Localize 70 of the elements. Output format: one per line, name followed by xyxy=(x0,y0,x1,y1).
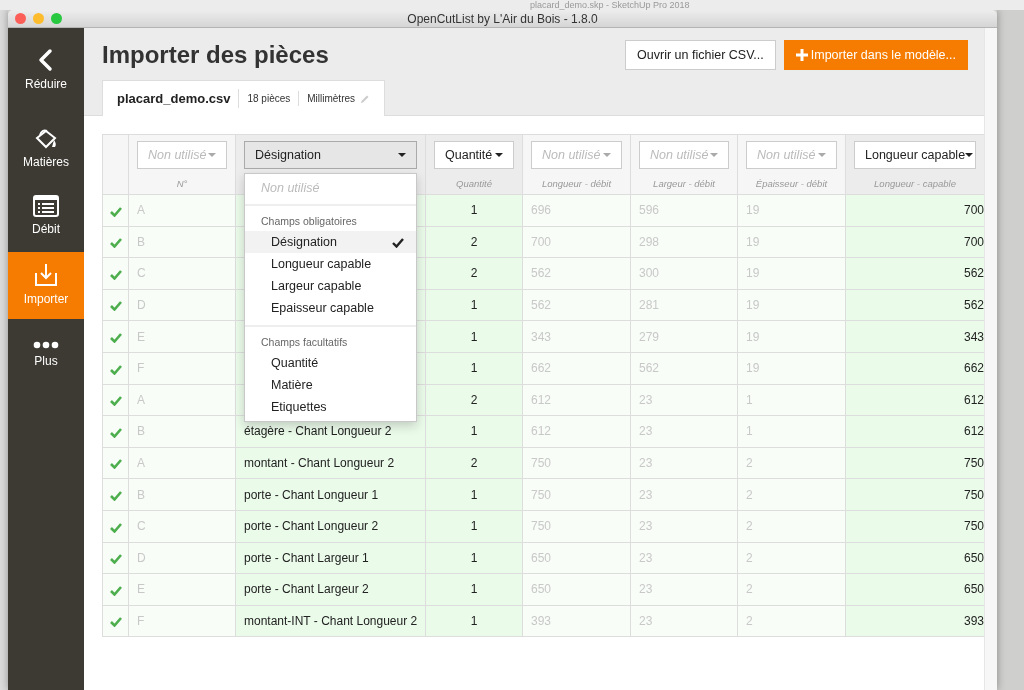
table-cell: porte - Chant Longueur 1 xyxy=(235,478,426,511)
zoom-button[interactable] xyxy=(51,13,62,24)
close-button[interactable] xyxy=(15,13,26,24)
table-cell: 1 xyxy=(425,478,523,511)
column-label: N° xyxy=(175,177,189,191)
table-cell: 1 xyxy=(425,289,523,321)
table-cell: porte - Chant Largeur 1 xyxy=(235,542,426,574)
column-label: Épaisseur - débit xyxy=(754,177,829,191)
page-title: Importer des pièces xyxy=(102,40,329,70)
table-cell: montant-INT - Chant Longueur 2 xyxy=(235,605,426,637)
mapping-select[interactable]: Quantité xyxy=(434,141,514,169)
table-cell: 700 xyxy=(845,226,984,258)
more-icon xyxy=(33,340,59,349)
table-cell: porte - Chant Largeur 2 xyxy=(235,573,426,606)
table-cell: 662 xyxy=(845,352,984,385)
check-icon xyxy=(392,236,404,248)
table-cell: 612 xyxy=(845,384,984,416)
mapping-select[interactable]: Longueur capable xyxy=(854,141,976,169)
table-cell: 650 xyxy=(845,573,984,606)
menu-item[interactable]: Largeur capable xyxy=(245,275,416,297)
table-cell: 1 xyxy=(425,573,523,606)
download-icon xyxy=(34,263,58,287)
sidebar-item[interactable]: Débit xyxy=(8,184,84,248)
menu-item[interactable]: Longueur capable xyxy=(245,253,416,275)
window-title: OpenCutList by L'Air du Bois - 1.8.0 xyxy=(407,11,598,26)
plus-icon xyxy=(795,49,808,61)
column-label: Longueur - capable xyxy=(873,177,957,191)
table-cell: 750 xyxy=(845,478,984,511)
unit-label: Millimètres xyxy=(306,92,356,106)
menu-item[interactable]: Matière xyxy=(245,374,416,396)
open-csv-button[interactable]: Ouvrir un fichier CSV... xyxy=(625,40,776,70)
table-cell: 1 xyxy=(425,194,523,227)
table-cell: 1 xyxy=(425,542,523,574)
table-cell: 2 xyxy=(425,384,523,416)
mapping-select[interactable]: Désignation xyxy=(244,141,417,169)
piece-count: 18 pièces xyxy=(239,91,300,106)
table-cell: 562 xyxy=(845,257,984,290)
table-cell: 1 xyxy=(425,605,523,637)
list-icon xyxy=(33,194,59,217)
sidebar-item[interactable]: Matières xyxy=(8,116,84,180)
sidebar-item[interactable]: Réduire xyxy=(8,38,84,102)
background-window-title: placard_demo.skp - SketchUp Pro 2018 xyxy=(530,0,690,10)
table-cell: 1 xyxy=(425,352,523,385)
column-label: Largeur - débit xyxy=(652,177,716,191)
table-cell: 700 xyxy=(845,194,984,227)
file-name: placard_demo.csv xyxy=(117,88,240,109)
minimize-button[interactable] xyxy=(33,13,44,24)
table-cell: 393 xyxy=(845,605,984,637)
table-cell: 750 xyxy=(845,447,984,479)
table-cell: 2 xyxy=(425,257,523,290)
table-cell: 2 xyxy=(425,226,523,258)
table-cell: 750 xyxy=(845,510,984,543)
table-cell: 612 xyxy=(845,415,984,448)
table-cell: 2 xyxy=(425,447,523,479)
table-cell: 343 xyxy=(845,320,984,353)
table-cell: montant - Chant Longueur 2 xyxy=(235,447,426,479)
menu-header: Champs facultatifs xyxy=(260,335,349,350)
pencil-icon[interactable] xyxy=(360,93,371,104)
table-cell: 650 xyxy=(845,542,984,574)
menu-header: Champs obligatoires xyxy=(260,214,358,229)
sidebar-item[interactable]: Plus xyxy=(8,323,84,387)
table-cell: 1 xyxy=(425,320,523,353)
menu-item[interactable]: Désignation xyxy=(245,231,416,253)
column-label: Quantité xyxy=(455,177,493,191)
table-cell: 1 xyxy=(425,415,523,448)
column-label: Longueur - débit xyxy=(540,177,613,191)
table-cell: 562 xyxy=(845,289,984,321)
table-cell: porte - Chant Longueur 2 xyxy=(235,510,426,543)
table-cell: 1 xyxy=(425,510,523,543)
file-tab[interactable]: placard_demo.csv 18 pièces Millimètres xyxy=(102,80,386,116)
